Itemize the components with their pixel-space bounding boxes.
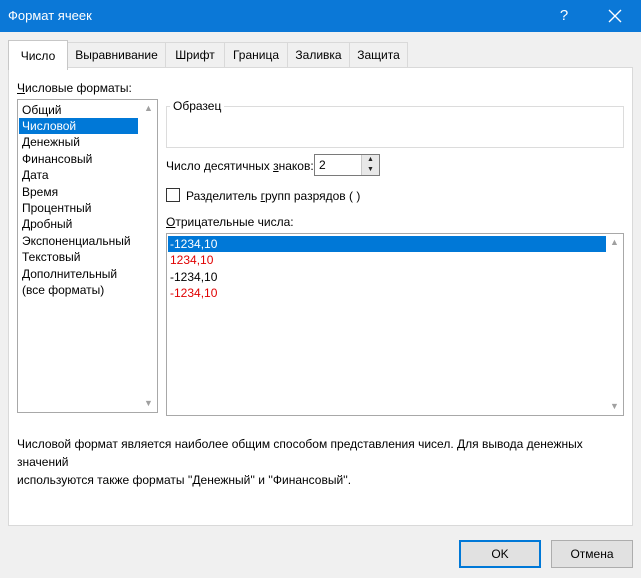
format-item-currency[interactable]: Денежный bbox=[19, 134, 138, 150]
scroll-down-arrow-icon[interactable]: ▼ bbox=[606, 398, 623, 415]
format-item-date[interactable]: Дата bbox=[19, 167, 138, 183]
scroll-up-arrow-icon[interactable]: ▲ bbox=[606, 234, 623, 251]
close-button[interactable] bbox=[596, 0, 632, 32]
format-item-accounting[interactable]: Финансовый bbox=[19, 151, 138, 167]
separator-label-a: Разделитель bbox=[186, 189, 261, 203]
tab-protection[interactable]: Защита bbox=[349, 42, 408, 67]
thousands-separator-label[interactable]: Разделитель групп разрядов ( ) bbox=[186, 189, 360, 203]
negative-item-2[interactable]: 1234,10 bbox=[168, 252, 606, 268]
negative-numbers-scrollbar[interactable]: ▲ ▼ bbox=[606, 234, 623, 415]
decimal-places-label-a: Число десятичных bbox=[166, 159, 274, 173]
format-item-fraction[interactable]: Дробный bbox=[19, 216, 138, 232]
format-item-scientific[interactable]: Экспоненциальный bbox=[19, 233, 138, 249]
format-item-number[interactable]: Числовой bbox=[19, 118, 138, 134]
number-formats-label-accesskey: Ч bbox=[17, 81, 25, 95]
format-item-custom[interactable]: (все форматы) bbox=[19, 282, 138, 298]
format-description: Числовой формат является наиболее общим … bbox=[17, 435, 627, 489]
help-button[interactable]: ? bbox=[548, 0, 580, 32]
number-formats-scrollbar[interactable]: ▲ ▼ bbox=[140, 100, 157, 412]
title-bar: Формат ячеек ? bbox=[0, 0, 641, 32]
ok-button[interactable]: OK bbox=[459, 540, 541, 568]
thousands-separator-checkbox[interactable] bbox=[166, 188, 180, 202]
number-formats-list[interactable]: Общий Числовой Денежный Финансовый Дата … bbox=[17, 99, 158, 413]
tab-number[interactable]: Число bbox=[8, 40, 68, 70]
tab-font[interactable]: Шрифт bbox=[165, 42, 225, 67]
negative-label-text: трицательные числа: bbox=[175, 215, 294, 229]
decimal-places-value[interactable]: 2 bbox=[319, 158, 326, 172]
tab-alignment[interactable]: Выравнивание bbox=[67, 42, 166, 67]
spin-down-icon[interactable]: ▼ bbox=[361, 165, 379, 175]
format-item-general[interactable]: Общий bbox=[19, 102, 138, 118]
separator-label-b: рупп разрядов ( ) bbox=[264, 189, 361, 203]
description-line-1: Числовой формат является наиболее общим … bbox=[17, 437, 583, 469]
window-title: Формат ячеек bbox=[8, 8, 92, 23]
format-item-special[interactable]: Дополнительный bbox=[19, 266, 138, 282]
decimal-places-label: Число десятичных знаков: bbox=[166, 159, 314, 173]
sample-groupbox bbox=[166, 106, 624, 148]
format-item-percentage[interactable]: Процентный bbox=[19, 200, 138, 216]
format-cells-dialog: Формат ячеек ? Число Выравнивание Шрифт … bbox=[0, 0, 641, 578]
decimal-places-label-b: наков: bbox=[278, 159, 314, 173]
negative-item-3[interactable]: -1234,10 bbox=[168, 269, 606, 285]
decimal-places-spinner[interactable]: 2 ▲ ▼ bbox=[314, 154, 380, 176]
spin-up-icon[interactable]: ▲ bbox=[361, 155, 379, 165]
format-item-time[interactable]: Время bbox=[19, 184, 138, 200]
cancel-button[interactable]: Отмена bbox=[551, 540, 633, 568]
tab-fill[interactable]: Заливка bbox=[287, 42, 350, 67]
close-icon bbox=[608, 9, 622, 23]
number-formats-label-text: исловые форматы: bbox=[25, 81, 132, 95]
format-item-text[interactable]: Текстовый bbox=[19, 249, 138, 265]
negative-item-4[interactable]: -1234,10 bbox=[168, 285, 606, 301]
tab-border[interactable]: Граница bbox=[224, 42, 288, 67]
scroll-up-arrow-icon[interactable]: ▲ bbox=[140, 100, 157, 117]
scroll-down-arrow-icon[interactable]: ▼ bbox=[140, 395, 157, 412]
number-formats-label: Числовые форматы: bbox=[17, 81, 132, 95]
negative-numbers-label: Отрицательные числа: bbox=[166, 215, 294, 229]
sample-legend: Образец bbox=[170, 99, 225, 113]
negative-item-1[interactable]: -1234,10 bbox=[168, 236, 606, 252]
description-line-2: используются также форматы ''Денежный'' … bbox=[17, 473, 352, 487]
negative-numbers-list[interactable]: -1234,10 1234,10 -1234,10 -1234,10 ▲ ▼ bbox=[166, 233, 624, 416]
negative-label-accesskey: О bbox=[166, 215, 176, 229]
